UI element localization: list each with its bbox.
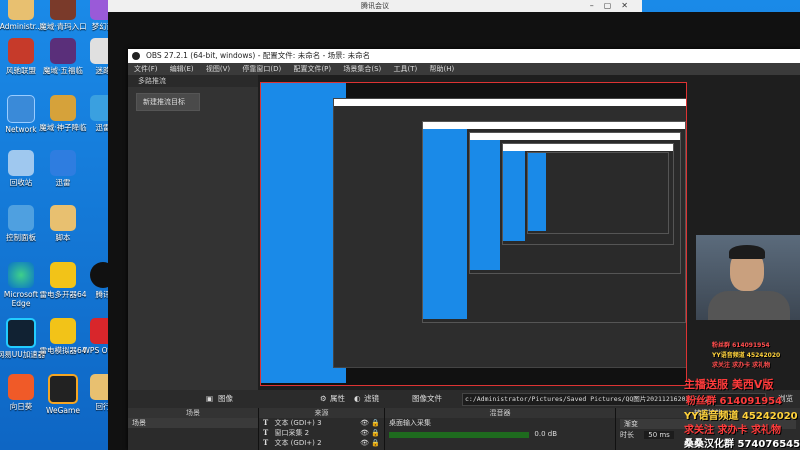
nested-overlay-text: 求关注 求办卡 求礼物 xyxy=(712,362,771,369)
game-icon xyxy=(50,95,76,121)
audio-mixer-title: 混音器 xyxy=(385,408,615,418)
multi-stream-dock: 多路推流 新建推流目标 xyxy=(128,75,258,390)
ldplayer-icon xyxy=(50,318,76,344)
ldplayer-multi-icon xyxy=(50,262,76,288)
nested-desktop xyxy=(423,129,467,319)
text-source-icon: T xyxy=(263,428,269,437)
desktop-icon-script[interactable]: 脚本 xyxy=(36,205,90,242)
audio-mixer-dock: 混音器 桌面输入采集 0.0 dB xyxy=(385,408,616,450)
nested-preview-1 xyxy=(422,121,686,323)
source-item[interactable]: T 窗口采集 2 👁 🔒 xyxy=(259,428,384,438)
uu-accelerator-icon xyxy=(6,318,36,348)
menu-profile[interactable]: 配置文件(P) xyxy=(293,65,331,73)
nested-preview-4 xyxy=(527,152,669,234)
game-icon xyxy=(8,38,34,64)
source-name: 图像 xyxy=(218,394,233,403)
edge-icon xyxy=(8,262,34,288)
filters-button[interactable]: 滤镜 xyxy=(364,392,379,406)
streamer-hair xyxy=(729,245,765,259)
obs-titlebar[interactable]: OBS 27.2.1 (64-bit, windows) - 配置文件: 未命名… xyxy=(128,49,800,63)
menu-view[interactable]: 视图(V) xyxy=(206,65,230,73)
nested-preview-3 xyxy=(502,143,674,245)
source-item-label: 文本 (GDI+) 3 xyxy=(274,419,322,427)
captured-obs-window xyxy=(333,98,686,368)
duration-input[interactable]: 50 ms xyxy=(644,431,674,439)
nested-desktop xyxy=(470,140,500,270)
folder-icon xyxy=(8,0,34,20)
xunlei-icon xyxy=(50,150,76,176)
nested-desktop xyxy=(503,151,525,241)
stream-overlay-line-2: 粉丝群 614091954 xyxy=(686,396,783,407)
stream-overlay-line-1: 主播送服 美西V版 xyxy=(684,378,774,391)
recycle-bin-icon xyxy=(8,150,34,176)
stream-overlay-line-3: YY语音频道 45242020 xyxy=(684,411,798,422)
image-source-icon: ▣ xyxy=(206,394,214,403)
obs-title: OBS 27.2.1 (64-bit, windows) - 配置文件: 未命名… xyxy=(146,51,371,60)
nested-desktop xyxy=(528,153,546,231)
eye-lock-icons[interactable]: 👁 🔒 xyxy=(360,438,380,448)
filters-icon[interactable]: ◐ xyxy=(354,392,361,406)
folder-icon xyxy=(50,205,76,231)
text-source-icon: T xyxy=(263,418,269,427)
control-panel-icon xyxy=(8,205,34,231)
nested-titlebar xyxy=(470,133,680,140)
source-item[interactable]: T 文本 (GDI+) 3 👁 🔒 xyxy=(259,418,384,428)
desktop-icon-xunlei[interactable]: 迅雷 xyxy=(36,150,90,187)
menu-help[interactable]: 帮助(H) xyxy=(430,65,455,73)
menu-docks[interactable]: 停靠窗口(D) xyxy=(242,65,281,73)
source-item[interactable]: T 文本 (GDI+) 2 👁 🔒 xyxy=(259,438,384,448)
nested-preview-2 xyxy=(469,132,681,274)
volume-meter[interactable]: 0.0 dB xyxy=(389,430,557,438)
properties-gear-icon[interactable]: ⚙ xyxy=(320,392,327,406)
sunlogin-icon xyxy=(8,374,34,400)
nested-titlebar xyxy=(423,122,685,129)
multi-stream-dock-title: 多路推流 xyxy=(128,75,258,87)
captured-obs-titlebar xyxy=(334,99,686,106)
stream-overlay-line-4: 求关注 求办卡 求礼物 xyxy=(684,425,781,436)
game-icon xyxy=(50,38,76,64)
nested-overlay-text: 粉丝群 614091954 xyxy=(712,342,770,349)
mixer-channel-label: 桌面输入采集 xyxy=(389,419,431,427)
duration-label: 时长 xyxy=(620,431,634,439)
source-item-label: 文本 (GDI+) 2 xyxy=(274,439,322,447)
eye-lock-icons[interactable]: 👁 🔒 xyxy=(360,418,380,428)
source-item-label: 窗口采集 2 xyxy=(274,429,310,437)
menu-file[interactable]: 文件(F) xyxy=(134,65,158,73)
image-file-label: 图像文件 xyxy=(412,394,442,403)
window-capture-source[interactable] xyxy=(260,82,687,386)
stream-overlay-line-5: 桑桑汉化群 574076545 xyxy=(684,439,800,450)
eye-lock-icons[interactable]: 👁 🔒 xyxy=(360,428,380,438)
meeting-window-title: 腾讯会议 xyxy=(361,2,389,10)
sources-dock-title: 来源 xyxy=(259,408,384,418)
volume-db-readout: 0.0 dB xyxy=(534,430,557,438)
nested-titlebar xyxy=(503,144,673,151)
wegame-icon xyxy=(48,374,78,404)
webcam-overlay xyxy=(696,235,800,320)
scenes-dock: 场景 场景 xyxy=(128,408,259,450)
scene-item[interactable]: 场景 xyxy=(128,418,258,428)
scenes-dock-title: 场景 xyxy=(128,408,258,418)
menu-edit[interactable]: 编辑(E) xyxy=(170,65,194,73)
window-controls[interactable]: –▢✕ xyxy=(590,0,638,12)
game-icon xyxy=(50,0,76,20)
desktop-icon-label: 脚本 xyxy=(55,233,71,242)
nested-overlay-text: YY语音频道 45242020 xyxy=(712,352,781,359)
text-source-icon: T xyxy=(263,438,269,447)
properties-button[interactable]: 属性 xyxy=(330,392,345,406)
add-stream-target-button[interactable]: 新建推流目标 xyxy=(136,93,200,111)
obs-logo-icon xyxy=(132,52,140,60)
network-icon xyxy=(7,95,35,123)
menu-tools[interactable]: 工具(T) xyxy=(394,65,418,73)
obs-menubar: 文件(F) 编辑(E) 视图(V) 停靠窗口(D) 配置文件(P) 场景集合(S… xyxy=(128,63,800,75)
sources-dock: 来源 T 文本 (GDI+) 3 👁 🔒 T 窗口采集 2 👁 🔒 T 文本 (… xyxy=(259,408,385,450)
desktop-icon-label: 迅雷 xyxy=(55,178,71,187)
menu-scene-collection[interactable]: 场景集合(S) xyxy=(343,65,381,73)
streamer-body xyxy=(708,291,790,320)
